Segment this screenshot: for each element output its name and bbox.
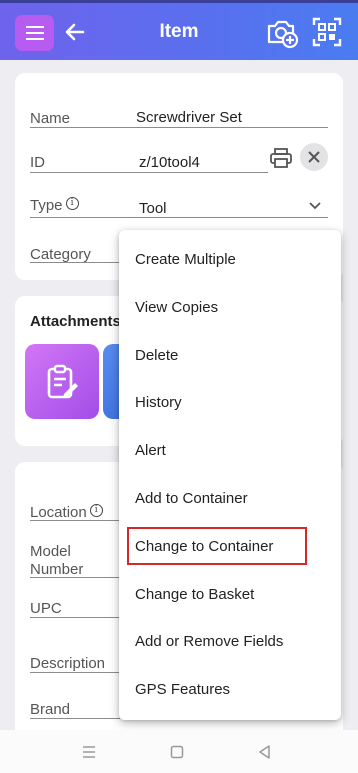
- menu-item-add-or-remove-fields[interactable]: Add or Remove Fields: [119, 619, 341, 663]
- camera-add-icon: [267, 20, 299, 49]
- name-underline: [30, 127, 328, 128]
- clipboard-edit-icon: [47, 364, 78, 398]
- hamburger-icon: [25, 26, 44, 40]
- menu-item-change-to-container[interactable]: Change to Container: [127, 527, 307, 565]
- brand-label: Brand: [30, 701, 71, 718]
- qr-scan-button[interactable]: [310, 14, 344, 50]
- print-button[interactable]: [268, 147, 294, 169]
- printer-icon: [270, 148, 292, 168]
- model-number-label-line2: Number: [30, 561, 84, 578]
- close-icon: [308, 151, 320, 163]
- attachment-note-tile[interactable]: [25, 344, 99, 419]
- menu-item-delete[interactable]: Delete: [119, 333, 341, 377]
- camera-add-button[interactable]: [265, 14, 299, 50]
- description-label: Description: [30, 655, 106, 672]
- chevron-down-icon[interactable]: [307, 200, 323, 212]
- category-label: Category: [30, 246, 91, 263]
- recent-apps-icon[interactable]: [79, 742, 99, 762]
- menu-item-history[interactable]: History: [119, 380, 341, 424]
- item-actions-menu: Create Multiple View Copies Delete Histo…: [119, 230, 341, 720]
- home-icon[interactable]: [167, 742, 187, 762]
- type-underline: [30, 217, 328, 218]
- info-icon[interactable]: i: [89, 504, 103, 517]
- attachments-title: Attachments: [30, 313, 121, 330]
- back-button[interactable]: [63, 17, 87, 47]
- type-select[interactable]: Tool: [139, 200, 167, 217]
- category-underline: [30, 262, 120, 263]
- back-triangle-icon[interactable]: [255, 742, 275, 762]
- name-field[interactable]: Screwdriver Set: [136, 109, 242, 126]
- arrow-left-icon: [65, 23, 85, 41]
- menu-item-create-multiple[interactable]: Create Multiple: [119, 237, 341, 281]
- id-label: ID: [30, 154, 45, 171]
- name-label: Name: [30, 110, 71, 127]
- model-number-underline: [30, 577, 120, 578]
- description-underline: [30, 672, 120, 673]
- menu-item-alert[interactable]: Alert: [119, 428, 341, 472]
- upc-underline: [30, 617, 120, 618]
- clear-id-button[interactable]: [300, 143, 328, 171]
- location-underline: [30, 520, 120, 521]
- menu-item-change-to-basket[interactable]: Change to Basket: [119, 572, 341, 616]
- menu-item-view-copies[interactable]: View Copies: [119, 285, 341, 329]
- brand-underline: [30, 718, 120, 719]
- model-number-label-line1: Model: [30, 543, 71, 560]
- menu-item-gps-features[interactable]: GPS Features: [119, 667, 341, 711]
- type-label: Type i: [30, 197, 79, 214]
- system-nav-bar: [0, 730, 358, 773]
- id-underline: [30, 172, 268, 173]
- upc-label: UPC: [30, 600, 62, 617]
- info-icon[interactable]: i: [65, 197, 79, 210]
- app-header: Item: [0, 0, 358, 60]
- id-field[interactable]: z/10tool4: [139, 154, 200, 171]
- qr-scan-icon: [312, 17, 342, 47]
- menu-item-add-to-container[interactable]: Add to Container: [119, 476, 341, 520]
- menu-button[interactable]: [15, 15, 54, 51]
- location-label: Location i: [30, 504, 103, 521]
